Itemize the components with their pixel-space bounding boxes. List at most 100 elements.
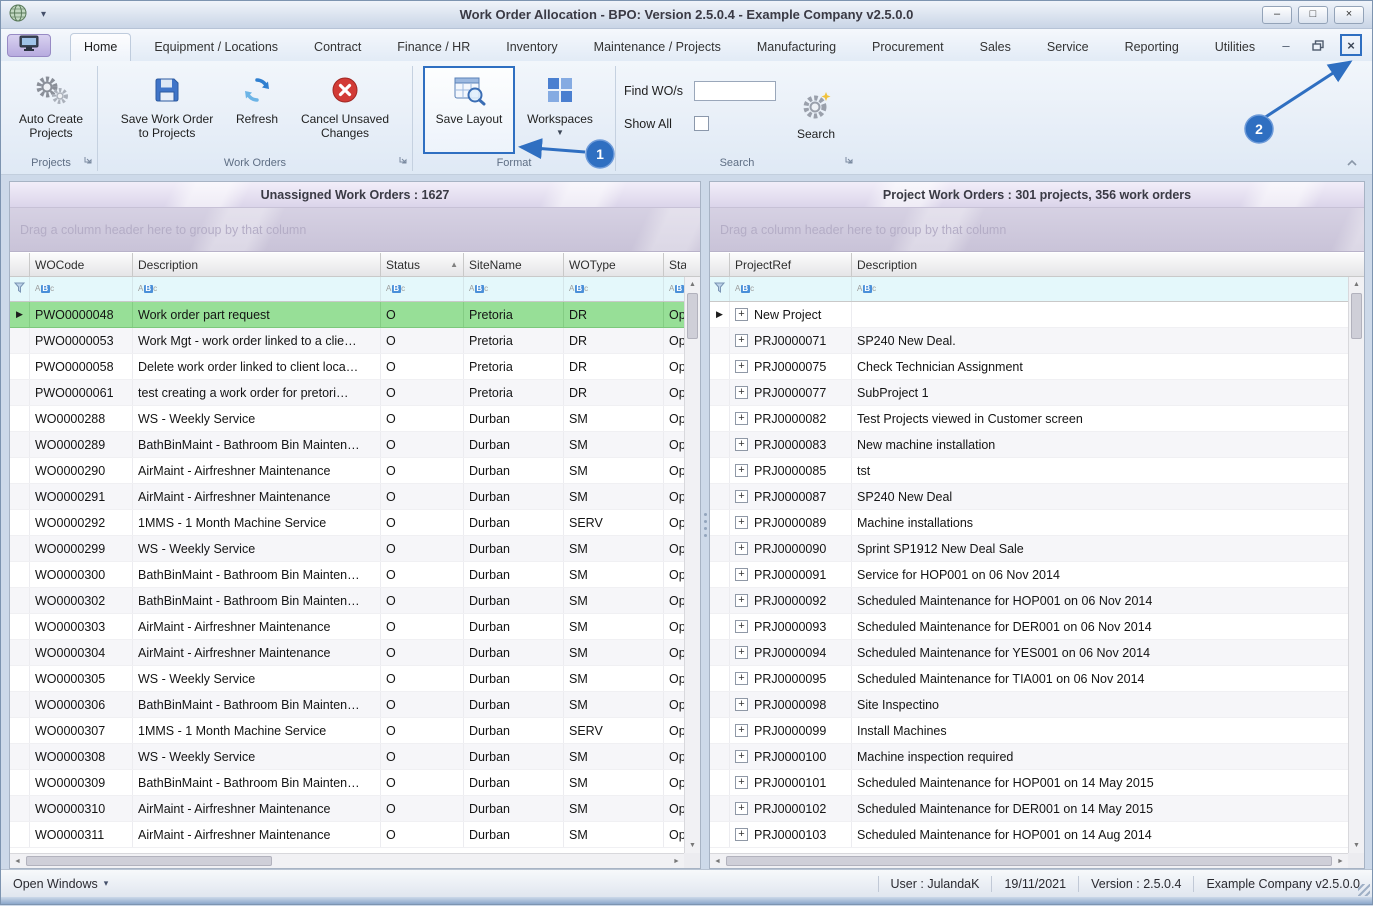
work-order-row[interactable]: WO0000300 BathBinMaint - Bathroom Bin Mai… [10,562,684,588]
dialog-launcher-icon[interactable] [602,153,610,170]
column-header-projectref[interactable]: ProjectRef [730,253,852,276]
tab-inventory[interactable]: Inventory [493,34,570,61]
mdi-minimize-button[interactable]: – [1276,35,1296,55]
project-row[interactable]: + PRJ0000090 Sprint SP1912 New Deal Sale [710,536,1348,562]
expand-icon[interactable]: + [735,828,748,841]
work-order-row[interactable]: WO0000303 AirMaint - Airfreshner Maintena… [10,614,684,640]
project-row[interactable]: + PRJ0000100 Machine inspection required [710,744,1348,770]
work-order-row[interactable]: WO0000311 AirMaint - Airfreshner Maintena… [10,822,684,848]
filter-funnel-icon[interactable] [713,282,726,296]
dialog-launcher-icon[interactable] [399,153,407,170]
search-button[interactable]: Search [784,81,848,147]
tab-contract[interactable]: Contract [301,34,374,61]
tab-maintenance-projects[interactable]: Maintenance / Projects [581,34,734,61]
expand-icon[interactable]: + [735,490,748,503]
work-order-row[interactable]: PWO0000061 test creating a work order for… [10,380,684,406]
column-header-sitename[interactable]: SiteName [464,253,564,276]
filter-cell-status[interactable]: ABc [381,277,464,301]
mdi-restore-button[interactable] [1308,35,1328,55]
work-order-row[interactable]: WO0000299WS - Weekly ServiceODurbanSMOp [10,536,684,562]
work-order-row[interactable]: WO0000288WS - Weekly ServiceODurbanSMOp [10,406,684,432]
project-row[interactable]: + PRJ0000102 Scheduled Maintenance for DER… [710,796,1348,822]
project-row[interactable]: + PRJ0000089 Machine installations [710,510,1348,536]
save-work-order-to-projects-button[interactable]: Save Work Order to Projects [110,66,224,147]
work-order-row[interactable]: WO0000292 1MMS - 1 Month Machine Service O… [10,510,684,536]
work-order-row[interactable]: WO0000309 BathBinMaint - Bathroom Bin Mai… [10,770,684,796]
tab-procurement[interactable]: Procurement [859,34,957,61]
tab-equipment-locations[interactable]: Equipment / Locations [141,34,291,61]
right-vertical-scrollbar[interactable]: ▲ ▼ [1348,277,1364,853]
project-row[interactable]: + PRJ0000071 SP240 New Deal. [710,328,1348,354]
project-row[interactable]: + PRJ0000082 Test Projects viewed in Custo… [710,406,1348,432]
filter-cell-description[interactable]: ABc [133,277,381,301]
column-header-status-2[interactable]: Status [664,253,686,276]
project-row[interactable]: ▶ + New Project [710,302,1348,328]
collapse-ribbon-icon[interactable] [1346,156,1358,170]
project-row[interactable]: + PRJ0000093 Scheduled Maintenance for DER… [710,614,1348,640]
project-row[interactable]: + PRJ0000094 Scheduled Maintenance for YES… [710,640,1348,666]
work-order-row[interactable]: ▶ PWO0000048 Work order part request O Preto… [10,302,684,328]
left-group-by-area[interactable]: Drag a column header here to group by th… [10,208,700,252]
expand-icon[interactable]: + [735,438,748,451]
project-row[interactable]: + PRJ0000103 Scheduled Maintenance for HOP… [710,822,1348,848]
project-row[interactable]: + PRJ0000095 Scheduled Maintenance for TIA… [710,666,1348,692]
expand-icon[interactable]: + [735,360,748,373]
work-order-row[interactable]: WO0000291 AirMaint - Airfreshner Maintena… [10,484,684,510]
project-row[interactable]: + PRJ0000087 SP240 New Deal [710,484,1348,510]
tab-reporting[interactable]: Reporting [1112,34,1192,61]
filter-cell-wotype[interactable]: ABc [564,277,664,301]
show-all-checkbox[interactable] [694,116,709,131]
expand-icon[interactable]: + [735,724,748,737]
panel-splitter[interactable] [701,181,709,869]
project-row[interactable]: + PRJ0000092 Scheduled Maintenance for HOP… [710,588,1348,614]
expand-icon[interactable]: + [735,776,748,789]
expand-icon[interactable]: + [735,516,748,529]
dialog-launcher-icon[interactable] [84,153,92,170]
filter-funnel-icon[interactable] [13,282,26,296]
tab-service[interactable]: Service [1034,34,1102,61]
expand-icon[interactable]: + [735,672,748,685]
project-row[interactable]: + PRJ0000091 Service for HOP001 on 06 Nov … [710,562,1348,588]
expand-icon[interactable]: + [735,802,748,815]
work-order-row[interactable]: WO0000289 BathBinMaint - Bathroom Bin Mai… [10,432,684,458]
tab-finance-hr[interactable]: Finance / HR [384,34,483,61]
expand-icon[interactable]: + [735,646,748,659]
work-order-row[interactable]: PWO0000058 Delete work order linked to cl… [10,354,684,380]
work-order-row[interactable]: WO0000306 BathBinMaint - Bathroom Bin Mai… [10,692,684,718]
right-group-by-area[interactable]: Drag a column header here to group by th… [710,208,1364,252]
expand-icon[interactable]: + [735,412,748,425]
maximize-button[interactable]: □ [1298,5,1328,24]
expand-icon[interactable]: + [735,620,748,633]
qat-dropdown-icon[interactable]: ▾ [41,9,46,20]
expand-icon[interactable]: + [735,464,748,477]
expand-icon[interactable]: + [735,594,748,607]
column-header-wotype[interactable]: WOType [564,253,664,276]
work-order-row[interactable]: WO0000290 AirMaint - Airfreshner Maintena… [10,458,684,484]
project-row[interactable]: + PRJ0000085 tst [710,458,1348,484]
column-header-description[interactable]: Description [133,253,381,276]
project-row[interactable]: + PRJ0000077 SubProject 1 [710,380,1348,406]
work-order-row[interactable]: WO0000304 AirMaint - Airfreshner Maintena… [10,640,684,666]
work-order-row[interactable]: WO0000305WS - Weekly ServiceODurbanSMOp [10,666,684,692]
application-menu-button[interactable] [7,33,51,57]
column-header-status[interactable]: Status ▲ [381,253,464,276]
work-order-row[interactable]: PWO0000053 Work Mgt - work order linked t… [10,328,684,354]
left-horizontal-scrollbar[interactable]: ◄ ► [10,853,684,868]
auto-create-projects-button[interactable]: Auto Create Projects [10,66,92,147]
workspaces-button[interactable]: Workspaces ▼ [515,66,605,144]
work-order-row[interactable]: WO0000308WS - Weekly ServiceODurbanSMOp [10,744,684,770]
right-horizontal-scrollbar[interactable]: ◄ ► [710,853,1348,868]
open-windows-button[interactable]: Open Windows ▾ [13,877,108,891]
filter-cell-status2[interactable]: ABc [664,277,686,301]
project-row[interactable]: + PRJ0000098 Site Inspectino [710,692,1348,718]
work-order-row[interactable]: WO0000310 AirMaint - Airfreshner Maintena… [10,796,684,822]
filter-cell-projectref[interactable]: ABc [730,277,852,301]
tab-manufacturing[interactable]: Manufacturing [744,34,849,61]
expand-icon[interactable]: + [735,386,748,399]
expand-icon[interactable]: + [735,750,748,763]
find-wos-input[interactable] [694,81,776,101]
expand-icon[interactable]: + [735,698,748,711]
column-header-description[interactable]: Description [852,253,1364,276]
close-button[interactable]: × [1334,5,1364,24]
work-order-row[interactable]: WO0000302 BathBinMaint - Bathroom Bin Mai… [10,588,684,614]
